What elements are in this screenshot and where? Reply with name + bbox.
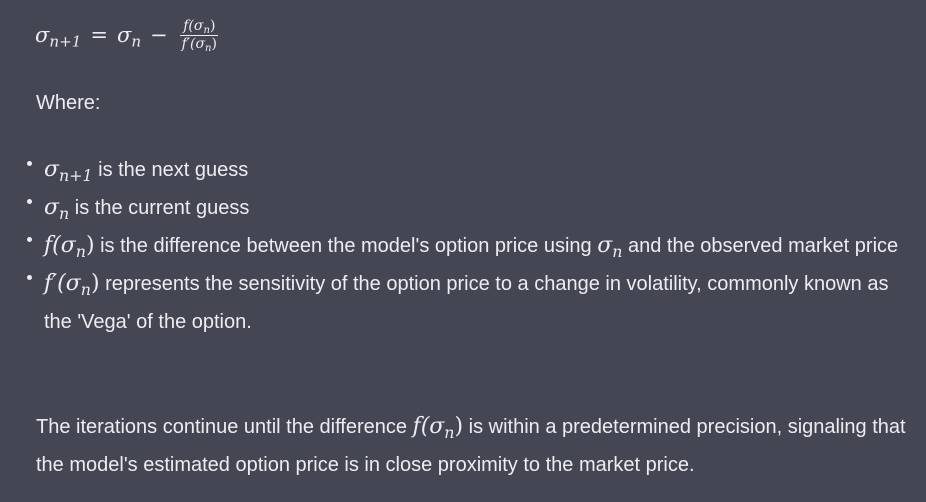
inline-math: σn (597, 233, 623, 261)
bullet-text: and the observed market price (622, 235, 899, 257)
math-symbol: σ (44, 195, 60, 220)
bullet-text: is the current guess (69, 197, 250, 219)
inline-math: f(σn) (412, 414, 464, 442)
bullet-math: σn+1 (44, 157, 93, 185)
where-label: Where: (36, 92, 101, 114)
formula-denominator: f′(σn) (179, 35, 220, 54)
formula-rhs-subscript: n (131, 32, 142, 51)
math-suffix: ) (85, 233, 95, 258)
math-subscript: n (444, 422, 455, 442)
list-item: f(σn) is the difference between the mode… (0, 227, 900, 265)
formula-rhs-symbol: σ (116, 23, 132, 47)
math-suffix: ) (90, 271, 100, 296)
math-symbol: σ (597, 233, 613, 258)
math-suffix: ) (454, 414, 464, 439)
list-item: σn is the current guess (0, 189, 900, 227)
numerator-text: f(σ (183, 17, 204, 34)
math-prefix: f(σ (412, 414, 445, 439)
formula-lhs-subscript: n+1 (49, 32, 82, 51)
chat-message-body: { "formula": { "lhs_symbol": "σ", "lhs_s… (0, 0, 926, 502)
math-symbol: σ (44, 157, 60, 182)
math-prefix: f(σ (44, 233, 76, 258)
bullet-math: f(σn) (44, 233, 95, 261)
bullet-math: f′(σn) (44, 271, 100, 299)
bullet-text: represents the sensitivity of the option… (44, 273, 889, 333)
newton-raphson-formula: σn+1 = σn − f(σn) f′(σn) (35, 12, 220, 58)
math-subscript: n (80, 279, 91, 299)
list-item: σn+1 is the next guess (0, 151, 900, 189)
bullet-text: is the difference between the model's op… (94, 235, 598, 257)
bullet-math: σn (44, 195, 70, 223)
formula-lhs: σn+1 (35, 16, 81, 54)
math-subscript: n (75, 241, 86, 261)
denominator-text: f′(σ (181, 35, 206, 52)
list-item: f′(σn) represents the sensitivity of the… (0, 265, 900, 341)
bullet-text: is the next guess (92, 159, 249, 181)
conclusion-paragraph: The iterations continue until the differ… (36, 408, 916, 484)
numerator-close: ) (209, 17, 216, 34)
definition-list: σn+1 is the next guess σn is the current… (0, 151, 900, 341)
formula-fraction: f(σn) f′(σn) (179, 18, 220, 53)
formula-equals: = (90, 23, 108, 47)
formula-numerator: f(σn) (180, 17, 219, 36)
denominator-close: ) (211, 35, 218, 52)
formula-rhs: σn (117, 16, 141, 54)
math-subscript: n (59, 203, 70, 223)
formula-minus: − (150, 23, 168, 47)
math-subscript: n+1 (59, 165, 93, 185)
math-prefix: f′(σ (44, 271, 81, 296)
formula-lhs-symbol: σ (35, 23, 50, 47)
paragraph-text: The iterations continue until the differ… (36, 416, 413, 438)
math-subscript: n (612, 241, 623, 261)
